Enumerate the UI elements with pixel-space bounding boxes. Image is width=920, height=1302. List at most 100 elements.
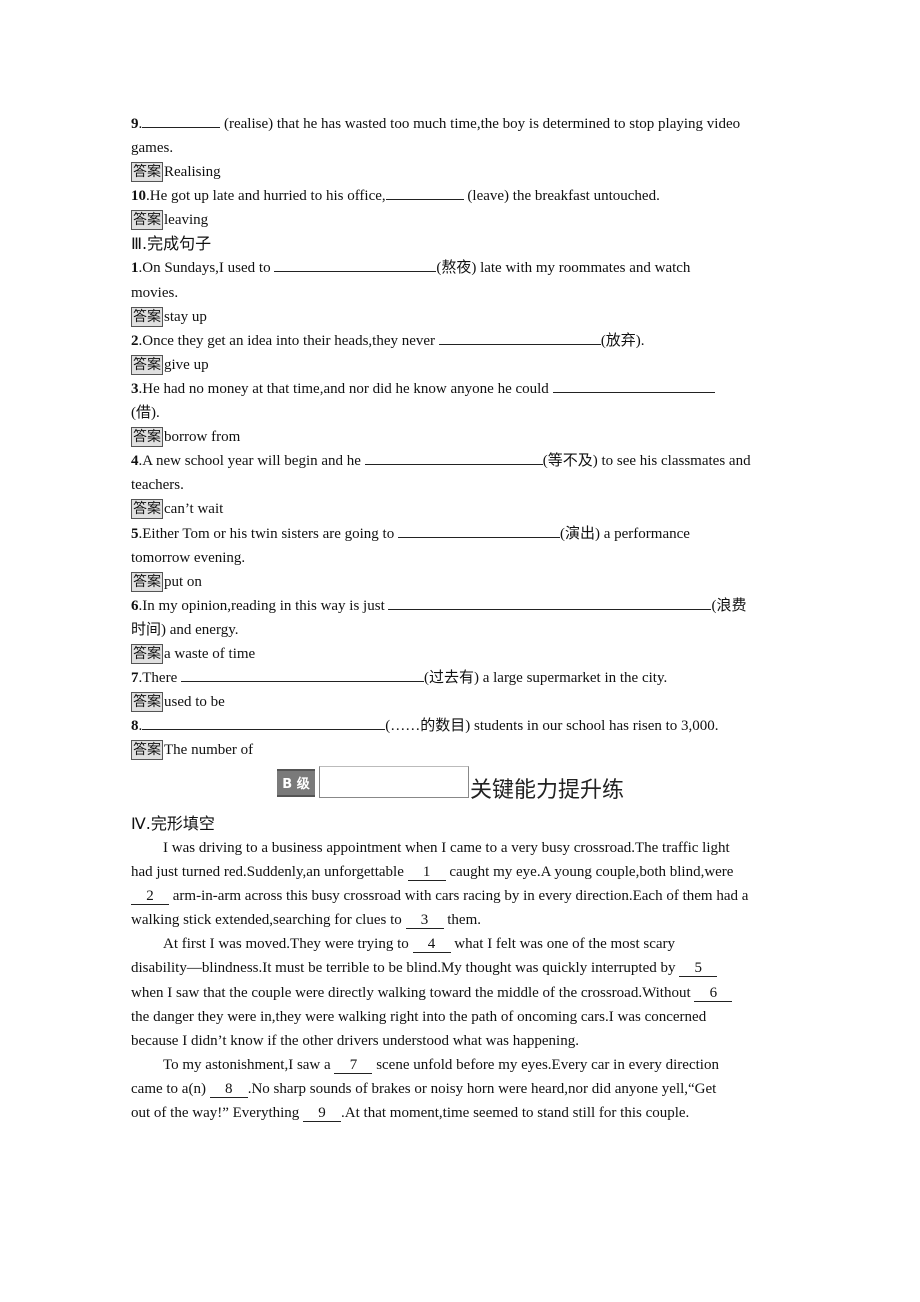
passage-line: To my astonishment,I saw a 7 scene unfol…: [131, 1053, 796, 1077]
answer-text: The number of: [164, 742, 254, 759]
question-text: (浪费: [711, 597, 747, 614]
question-text: .In my opinion,reading in this way is ju…: [138, 597, 389, 614]
passage-text: them.: [443, 912, 481, 929]
question-6: 6.In my opinion,reading in this way is j…: [131, 594, 796, 618]
question-10: 10.He got up late and hurried to his off…: [131, 184, 796, 208]
answer-badge: 答案: [131, 643, 163, 664]
question-5: 5.Either Tom or his twin sisters are goi…: [131, 522, 796, 546]
answer-badge: 答案: [131, 162, 163, 183]
answer-badge: 答案: [131, 692, 163, 713]
passage-text: walking stick extended,searching for clu…: [131, 912, 406, 929]
answer-text: give up: [164, 356, 209, 373]
passage-line: out of the way!” Everything 9 .At that mo…: [131, 1101, 796, 1125]
answer-badge: 答案: [131, 210, 163, 231]
cloze-blank-7: 7: [334, 1057, 373, 1074]
answer-row: 答案 used to be: [131, 690, 796, 714]
question-text: .A new school year will begin and he: [138, 453, 365, 470]
question-number: 2: [131, 332, 139, 349]
question-text: (演出) a performance: [559, 525, 690, 542]
passage-text: because I didn’t know if the other drive…: [131, 1032, 579, 1049]
answer-text: stay up: [164, 308, 207, 325]
answer-text: can’t wait: [164, 501, 224, 518]
passage-text: .No sharp sounds of brakes or noisy horn…: [247, 1080, 717, 1097]
passage-text: the danger they were in,they were walkin…: [131, 1008, 707, 1025]
cloze-blank-1: 1: [407, 864, 446, 882]
level-box: [319, 766, 469, 798]
question-text: .On Sundays,I used to: [138, 260, 275, 277]
question-7: 7.There (过去有) a large supermarket in the…: [131, 666, 796, 690]
answer-badge: 答案: [131, 740, 163, 761]
answer-row: 答案 put on: [131, 570, 796, 594]
passage-text: I was driving to a business appointment …: [163, 840, 730, 856]
question-text: .Once they get an idea into their heads,…: [138, 332, 439, 349]
answer-text: put on: [164, 573, 202, 590]
question-text: (等不及) to see his classmates and: [542, 453, 751, 470]
answer-badge: 答案: [131, 306, 163, 327]
passage-text: .At that moment,time seemed to stand sti…: [341, 1105, 690, 1122]
question-number: 3: [131, 380, 139, 397]
passage-text: when I saw that the couple were directly…: [131, 984, 695, 1001]
cloze-blank-5: 5: [679, 960, 718, 978]
passage-text: what I felt was one of the most scary: [450, 936, 676, 953]
passage-text: scene unfold before my eyes.Every car in…: [372, 1056, 719, 1073]
answer-row: 答案 borrow from: [131, 425, 796, 449]
level-title: 关键能力提升练: [470, 778, 625, 803]
question-3: 3.He had no money at that time,and nor d…: [131, 377, 796, 401]
passage-line: because I didn’t know if the other drive…: [131, 1029, 796, 1053]
question-number: 4: [131, 453, 139, 470]
question-cont: (借).: [131, 405, 160, 422]
passage-text: caught my eye.A young couple,both blind,…: [445, 864, 734, 881]
answer-row: 答案 The number of: [131, 738, 796, 762]
question-text: (过去有) a large supermarket in the city.: [423, 670, 668, 687]
cloze-blank-2: 2: [131, 888, 169, 906]
answer-text: borrow from: [164, 429, 241, 446]
question-number: 8: [131, 718, 139, 735]
level-banner: B 级 关键能力提升练: [277, 766, 677, 803]
passage-line: I was driving to a business appointment …: [131, 836, 796, 860]
question-number: 1: [131, 260, 139, 277]
answer-row: 答案 can’t wait: [131, 497, 796, 521]
question-text: .Either Tom or his twin sisters are goin…: [138, 525, 398, 542]
answer-blank: [552, 378, 715, 393]
answer-row: 答案 a waste of time: [131, 642, 796, 666]
answer-row: 答案 stay up: [131, 305, 796, 329]
question-text: .There: [138, 670, 181, 687]
question-number: 10: [131, 188, 146, 205]
cloze-blank-3: 3: [405, 912, 444, 930]
answer-blank: [438, 330, 601, 345]
question-number: 7: [131, 670, 139, 687]
passage-line: At first I was moved.They were trying to…: [131, 932, 796, 956]
answer-blank: [388, 595, 712, 610]
passage-text: had just turned red.Suddenly,an unforget…: [131, 864, 408, 881]
passage-line: the danger they were in,they were walkin…: [131, 1005, 796, 1029]
answer-row: 答案 give up: [131, 353, 796, 377]
question-text: (放弃).: [600, 332, 645, 349]
answer-blank: [142, 113, 221, 128]
passage-text: At first I was moved.They were trying to: [163, 936, 413, 953]
answer-blank: [180, 667, 424, 683]
question-9: 9. (realise) that he has wasted too much…: [131, 112, 796, 136]
question-cont: tomorrow evening.: [131, 549, 246, 566]
passage-line: 2 arm-in-arm across this busy crossroad …: [131, 884, 796, 908]
question-cont: teachers.: [131, 477, 184, 494]
answer-badge: 答案: [131, 571, 163, 592]
passage-text: came to a(n): [131, 1080, 210, 1097]
exercise-page: 9. (realise) that he has wasted too much…: [131, 112, 796, 762]
answer-text: a waste of time: [164, 645, 256, 662]
question-4: 4.A new school year will begin and he (等…: [131, 449, 796, 473]
answer-blank: [397, 523, 560, 538]
question-8: 8. (……的数目) students in our school has ris…: [131, 714, 796, 738]
question-1: 1.On Sundays,I used to (熬夜) late with my…: [131, 256, 796, 280]
answer-blank: [142, 715, 386, 731]
question-9-cont: games.: [131, 140, 174, 157]
answer-text: Realising: [164, 164, 221, 181]
section-title: Ⅲ.完成句子: [131, 234, 212, 254]
question-text: .He had no money at that time,and nor di…: [138, 380, 553, 397]
answer-blank: [274, 257, 437, 273]
cloze-blank-9: 9: [303, 1105, 342, 1123]
passage-text: disability—blindness.It must be terrible…: [131, 960, 680, 977]
level-tag: B 级: [277, 769, 315, 797]
cloze-passage: I was driving to a business appointment …: [131, 836, 796, 1125]
answer-text: used to be: [164, 694, 225, 711]
cloze-section: Ⅳ.完形填空 I was driving to a business appoi…: [131, 812, 796, 1125]
